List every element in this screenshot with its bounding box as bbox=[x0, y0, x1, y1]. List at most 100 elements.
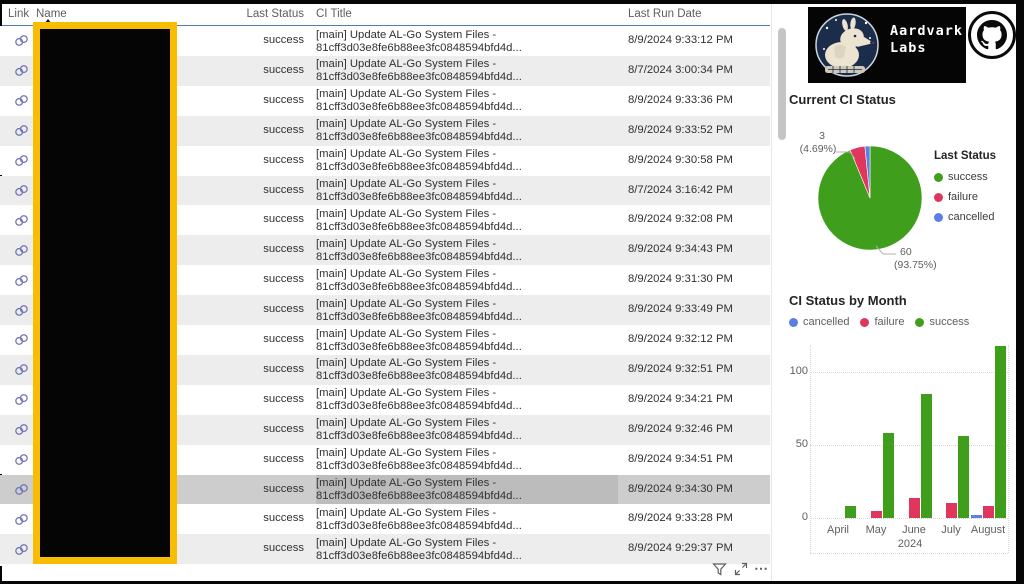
status-cell: success bbox=[204, 56, 304, 86]
ci-title-line1: [main] Update AL-Go System Files - bbox=[316, 29, 496, 41]
link-icon[interactable] bbox=[10, 534, 32, 564]
frame-right bbox=[1016, 0, 1024, 584]
ci-title-line2: 81cff3d03e8fe6b88ee3fc0848594bfd4d... bbox=[316, 281, 522, 293]
last-run-date-cell: 8/9/2024 9:32:46 PM bbox=[628, 415, 768, 445]
gridline-left bbox=[810, 345, 811, 553]
ci-title-line1: [main] Update AL-Go System Files - bbox=[316, 387, 496, 399]
link-icon[interactable] bbox=[10, 475, 32, 505]
bar-failure-july[interactable] bbox=[946, 503, 957, 518]
ci-title-cell: [main] Update AL-Go System Files -81cff3… bbox=[316, 116, 618, 146]
cancelled-dot-icon bbox=[934, 213, 943, 222]
ci-title-cell: [main] Update AL-Go System Files -81cff3… bbox=[316, 385, 618, 415]
link-icon[interactable] bbox=[10, 205, 32, 235]
pie-slices bbox=[818, 146, 922, 250]
gridline-0 bbox=[810, 518, 1008, 519]
link-icon[interactable] bbox=[10, 415, 32, 445]
bar-cancelled-august[interactable] bbox=[971, 515, 982, 518]
ci-title-line1: [main] Update AL-Go System Files - bbox=[316, 537, 496, 549]
legend-item-failure[interactable]: failure bbox=[934, 191, 996, 203]
legend-item-cancelled[interactable]: cancelled bbox=[789, 316, 849, 328]
success-dot-icon bbox=[915, 318, 924, 327]
last-run-date-cell: 8/9/2024 9:32:08 PM bbox=[628, 205, 768, 235]
link-icon[interactable] bbox=[10, 146, 32, 176]
ci-runs-table: Link Name Last Status CI Title Last Run … bbox=[0, 0, 772, 581]
ci-title-cell: [main] Update AL-Go System Files -81cff3… bbox=[316, 86, 618, 116]
last-run-date-cell: 8/9/2024 9:34:51 PM bbox=[628, 445, 768, 475]
link-icon[interactable] bbox=[10, 504, 32, 534]
link-icon[interactable] bbox=[10, 86, 32, 116]
gridline-right bbox=[1008, 345, 1009, 553]
legend-item-success[interactable]: success bbox=[934, 171, 996, 183]
last-run-date-cell: 8/9/2024 9:33:49 PM bbox=[628, 295, 768, 325]
ci-title-line1: [main] Update AL-Go System Files - bbox=[316, 298, 496, 310]
last-run-date-cell: 8/9/2024 9:34:30 PM bbox=[628, 475, 768, 505]
link-icon[interactable] bbox=[10, 295, 32, 325]
last-run-date-cell: 8/9/2024 9:34:43 PM bbox=[628, 235, 768, 265]
link-icon[interactable] bbox=[10, 564, 32, 566]
ci-title-line1: [main] Update AL-Go System Files - bbox=[316, 477, 496, 489]
bar-chart-title: CI Status by Month bbox=[789, 293, 907, 308]
link-icon[interactable] bbox=[10, 56, 32, 86]
column-header-last-run-date[interactable]: Last Run Date bbox=[628, 8, 702, 20]
cancelled-dot-icon bbox=[789, 318, 798, 327]
ci-title-cell: [main] Update AL-Go System Files -81cff3… bbox=[316, 56, 618, 86]
aardvark-labs-logo: Aardvark Labs bbox=[808, 7, 966, 83]
ci-title-line1: [main] Update AL-Go System Files - bbox=[316, 178, 496, 190]
legend-item-success[interactable]: success bbox=[915, 316, 969, 328]
bar-success-july[interactable] bbox=[958, 436, 969, 518]
link-icon[interactable] bbox=[10, 265, 32, 295]
filter-icon[interactable] bbox=[712, 562, 727, 582]
ci-title-cell: [main] Update AL-Go System Files -81cff3… bbox=[316, 475, 618, 505]
ci-title-line2: 81cff3d03e8fe6b88ee3fc0848594bfd4d... bbox=[316, 341, 522, 353]
link-icon[interactable] bbox=[10, 385, 32, 415]
status-cell: success bbox=[204, 26, 304, 56]
bar-failure-august[interactable] bbox=[983, 506, 994, 518]
ci-title-line1: [main] Update AL-Go System Files - bbox=[316, 328, 496, 340]
legend-item-cancelled[interactable]: cancelled bbox=[934, 211, 996, 223]
x-axis-year-label: 2024 bbox=[880, 538, 940, 550]
bar-failure-may[interactable] bbox=[871, 511, 882, 518]
link-icon[interactable] bbox=[10, 355, 32, 385]
table-row[interactable]: success[main] Update AL-Go System Files … bbox=[0, 564, 770, 566]
column-header-last-status[interactable]: Last Status bbox=[204, 8, 304, 20]
ci-title-cell: [main] Update AL-Go System Files -81cff3… bbox=[316, 415, 618, 445]
pie-label-success-pct: (93.75%) bbox=[894, 259, 948, 271]
last-run-date-cell: 8/9/2024 9:32:12 PM bbox=[628, 325, 768, 355]
last-run-date-cell: 8/7/2024 3:00:34 PM bbox=[628, 56, 768, 86]
status-cell: success bbox=[204, 235, 304, 265]
panel-divider bbox=[771, 4, 772, 581]
bar-success-may[interactable] bbox=[883, 433, 894, 518]
status-cell: success bbox=[204, 295, 304, 325]
legend-item-failure[interactable]: failure bbox=[860, 316, 904, 328]
focus-mode-icon[interactable] bbox=[734, 562, 748, 581]
ci-title-cell: [main] Update AL-Go System Files -81cff3… bbox=[316, 205, 618, 235]
bar-success-june[interactable] bbox=[921, 394, 932, 518]
bar-success-april[interactable] bbox=[845, 506, 856, 518]
ci-title-line1: [main] Update AL-Go System Files - bbox=[316, 118, 496, 130]
aardvark-illustration bbox=[812, 11, 882, 79]
last-run-date-cell: 8/9/2024 9:33:28 PM bbox=[628, 504, 768, 534]
link-icon[interactable] bbox=[10, 235, 32, 265]
link-icon[interactable] bbox=[10, 26, 32, 56]
last-run-date-cell: 8/9/2024 9:31:30 PM bbox=[628, 265, 768, 295]
status-cell: success bbox=[204, 385, 304, 415]
link-icon[interactable] bbox=[10, 116, 32, 146]
status-cell: success bbox=[204, 504, 304, 534]
table-scrollbar[interactable] bbox=[778, 28, 786, 140]
bar-success-august[interactable] bbox=[995, 346, 1006, 518]
ci-title-line2: 81cff3d03e8fe6b88ee3fc0848594bfd4d... bbox=[316, 101, 522, 113]
link-icon[interactable] bbox=[10, 445, 32, 475]
ci-title-line1: [main] Update AL-Go System Files - bbox=[316, 208, 496, 220]
column-header-link[interactable]: Link bbox=[8, 8, 29, 20]
last-run-date-cell: 8/7/2024 3:16:42 PM bbox=[628, 176, 768, 206]
more-options-icon[interactable]: ⋯ bbox=[754, 560, 769, 577]
column-header-ci-title[interactable]: CI Title bbox=[316, 8, 352, 20]
status-cell: success bbox=[204, 176, 304, 206]
legend-label: cancelled bbox=[803, 316, 849, 328]
github-icon[interactable] bbox=[968, 11, 1016, 59]
link-icon[interactable] bbox=[10, 325, 32, 355]
link-icon[interactable] bbox=[10, 176, 32, 206]
last-run-date-cell: 8/9/2024 9:33:36 PM bbox=[628, 86, 768, 116]
ci-title-line1: [main] Update AL-Go System Files - bbox=[316, 88, 496, 100]
bar-failure-june[interactable] bbox=[909, 498, 920, 518]
